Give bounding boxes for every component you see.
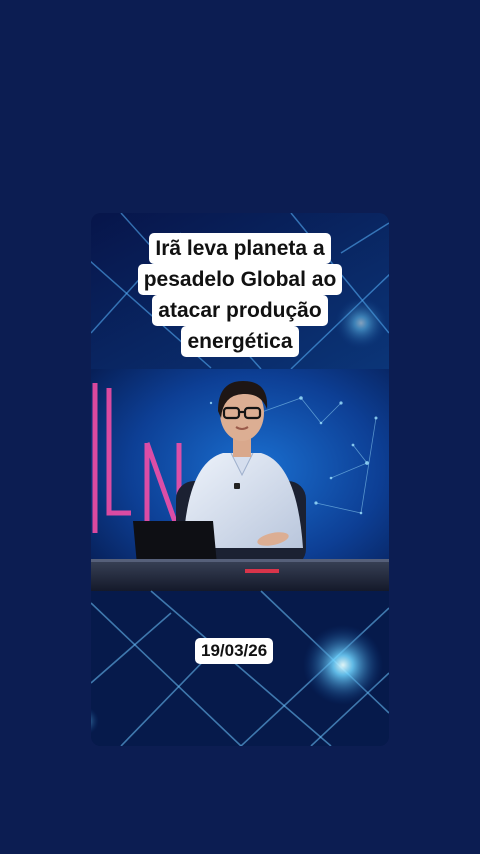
video-player[interactable]: Irã leva planeta a pesadelo Global ao at…: [91, 213, 389, 746]
headline-line: energética: [181, 326, 299, 357]
headline-line: atacar produção: [152, 295, 328, 326]
headline-line: Irã leva planeta a: [149, 233, 331, 264]
headline-line: pesadelo Global ao: [137, 264, 343, 295]
headline-caption: Irã leva planeta a pesadelo Global ao at…: [91, 233, 389, 357]
date-label: 19/03/26: [195, 638, 274, 664]
